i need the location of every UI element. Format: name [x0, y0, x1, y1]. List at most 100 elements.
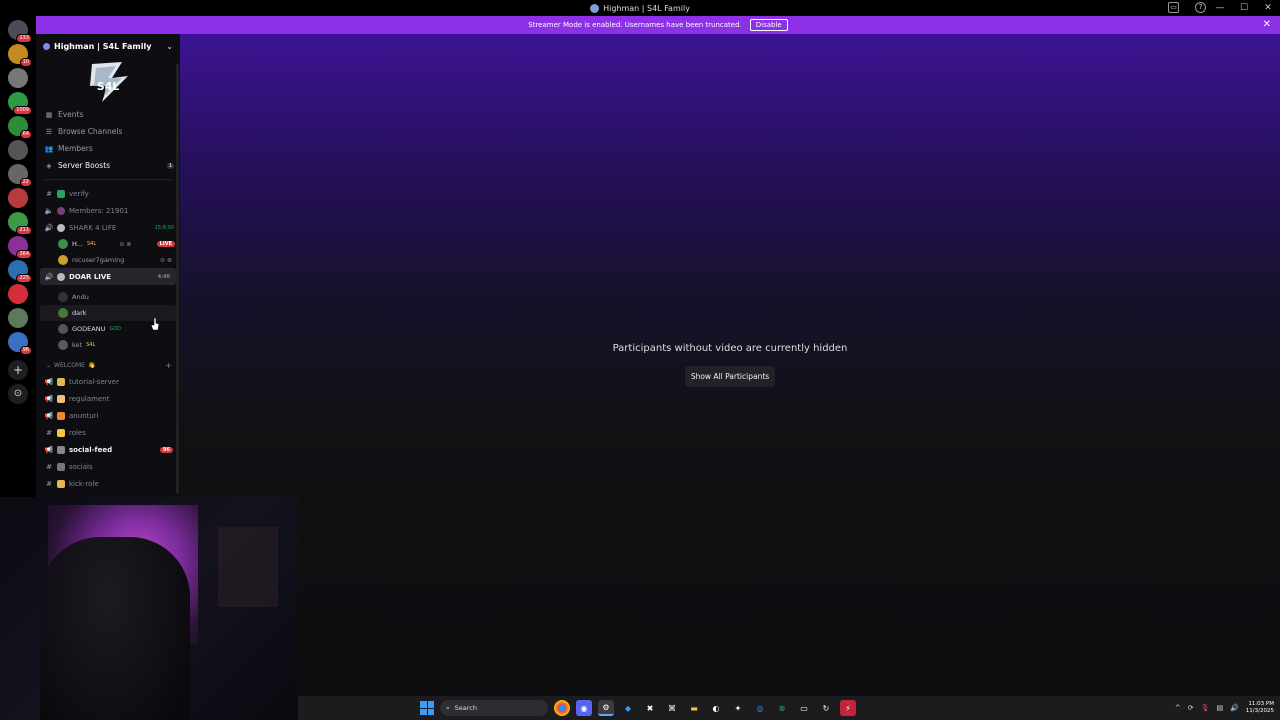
voice-member[interactable]: ket S4L: [36, 337, 180, 353]
browse-icon: ☰: [45, 127, 53, 136]
inbox-icon[interactable]: ▭: [1168, 2, 1179, 13]
show-all-participants-button[interactable]: Show All Participants: [685, 366, 775, 387]
close-banner-icon[interactable]: ✕: [1263, 19, 1271, 30]
app-refresh-icon[interactable]: ↻: [818, 700, 834, 716]
capcut-icon[interactable]: ✖: [642, 700, 658, 716]
live-badge: LIVE: [156, 241, 175, 247]
server-icon[interactable]: 225: [8, 260, 32, 283]
voice-channel-doar-live[interactable]: 🔊 DOAR LIVE 4:40: [40, 268, 176, 285]
xbox-icon[interactable]: ⊗: [774, 700, 790, 716]
nav-events[interactable]: ▦ Events: [36, 106, 180, 123]
channel-kick-role[interactable]: # kick-role: [36, 475, 180, 492]
network-icon[interactable]: ▤: [1216, 704, 1223, 712]
channel-roles[interactable]: # roles: [36, 424, 180, 441]
server-icon[interactable]: [8, 284, 28, 304]
taskbar-search-box[interactable]: ⌕ Search: [440, 700, 548, 716]
shark-emoji-icon: [57, 223, 65, 232]
mention-badge: 364: [16, 250, 32, 259]
channel-anunturi[interactable]: 📢 anunturi: [36, 407, 180, 424]
speaker-icon: 🔈: [44, 206, 54, 215]
server-icon[interactable]: [8, 68, 28, 88]
sync-icon[interactable]: ⟳: [1188, 704, 1194, 712]
app-c-icon[interactable]: ◐: [708, 700, 724, 716]
chevron-down-icon[interactable]: ⌄: [166, 42, 173, 51]
hash-icon: #: [46, 189, 52, 198]
server-icon[interactable]: 211: [8, 212, 32, 235]
category-welcome[interactable]: ⌄ WELCOME 👋 +: [36, 357, 180, 373]
mention-badge: 211: [16, 226, 32, 235]
unread-badge: 96: [160, 446, 173, 453]
add-server-icon[interactable]: +: [8, 360, 28, 380]
channel-emoji-icon: [57, 394, 65, 403]
server-icon[interactable]: 10: [8, 44, 32, 67]
channel-emoji-icon: [57, 377, 65, 386]
discover-icon[interactable]: ⊙: [8, 384, 28, 404]
announcement-icon: #: [46, 428, 52, 437]
vscode-icon[interactable]: ◆: [620, 700, 636, 716]
server-icon[interactable]: 364: [8, 236, 32, 259]
taskbar-clock[interactable]: 11:03 PM 11/3/2025: [1246, 701, 1274, 715]
channel-verify[interactable]: # verify: [36, 185, 180, 202]
server-icon[interactable]: 96: [8, 332, 32, 355]
sidebar-scrollbar[interactable]: [176, 64, 179, 494]
channel-tutorial-server[interactable]: 📢 tutorial-server: [36, 373, 180, 390]
voice-channel-shark4life[interactable]: 🔊 SHARK 4 LIFE 15:8:00: [36, 219, 180, 236]
titlebar-tools: ▭ ?: [1168, 2, 1206, 13]
windows-taskbar: ⌕ Search ◉ ⚙ ◆ ✖ ⌘ ▬ ◐ ✦ ◎ ⊗ ▭ ↻ ⚡ ^ ⟳ 🎙…: [298, 696, 1280, 720]
discord-app-icon[interactable]: ◉: [576, 700, 592, 716]
server-icon[interactable]: [8, 140, 28, 160]
server-icon[interactable]: 64: [8, 116, 32, 139]
channel-emoji-icon: [57, 462, 65, 471]
mention-badge: 225: [16, 274, 32, 283]
steam-icon[interactable]: ⚙: [598, 700, 614, 716]
maximize-icon[interactable]: ☐: [1232, 3, 1256, 13]
nav-browse-channels[interactable]: ☰ Browse Channels: [36, 123, 180, 140]
help-icon[interactable]: ?: [1195, 2, 1206, 13]
channel-socials[interactable]: # socials: [36, 458, 180, 475]
nav-members[interactable]: 👥 Members: [36, 140, 180, 157]
announcement-icon: 📢: [44, 377, 54, 386]
chrome-icon[interactable]: [554, 700, 570, 716]
boost-count: 1: [166, 162, 174, 169]
voice-member[interactable]: H... S4L ⊘ ⊗ LIVE: [36, 236, 180, 252]
app-cmd-icon[interactable]: ▭: [796, 700, 812, 716]
participants-hidden-message: Participants without video are currently…: [612, 343, 848, 354]
volume-icon[interactable]: 🔊: [1230, 704, 1239, 712]
direct-messages-icon[interactable]: 133: [8, 20, 32, 43]
check-emoji-icon: [57, 189, 65, 198]
nav-server-boosts[interactable]: ◈ Server Boosts 1: [36, 157, 180, 174]
server-icon[interactable]: 22: [8, 164, 32, 187]
channel-regulament[interactable]: 📢 regulament: [36, 390, 180, 407]
window-controls: — ☐ ✕: [1208, 0, 1280, 16]
server-icon[interactable]: [8, 188, 28, 208]
announcement-icon: 📢: [44, 445, 54, 454]
add-channel-icon[interactable]: +: [165, 361, 172, 370]
mention-badge: 64: [19, 130, 32, 139]
streamer-mode-banner: Streamer Mode is enabled. Usernames have…: [36, 16, 1280, 34]
system-tray: ^ ⟳ 🎙 ▤ 🔊 11:03 PM 11/3/2025: [1175, 696, 1274, 720]
voice-member[interactable]: Andu: [36, 289, 180, 305]
chevron-up-icon[interactable]: ^: [1175, 704, 1181, 712]
channel-members-count[interactable]: 🔈 Members: 21901: [36, 202, 180, 219]
minimize-icon[interactable]: —: [1208, 3, 1232, 13]
windows-start-icon[interactable]: [420, 701, 434, 715]
shark-emoji-icon: [57, 272, 65, 281]
bluestacks-icon[interactable]: ◎: [752, 700, 768, 716]
disable-streamer-mode-button[interactable]: Disable: [749, 19, 788, 31]
file-explorer-icon[interactable]: ▬: [686, 700, 702, 716]
streaming-app-icon[interactable]: ⚡: [840, 700, 856, 716]
channel-emoji-icon: [57, 445, 65, 454]
server-icon[interactable]: 1009: [8, 92, 32, 115]
tool-icon[interactable]: ⌘: [664, 700, 680, 716]
microphone-icon[interactable]: 🎙: [1201, 704, 1210, 712]
server-logo-icon: [590, 3, 600, 13]
chevron-down-icon: ⌄: [46, 361, 52, 369]
channel-social-feed[interactable]: 📢 social-feed 96: [36, 441, 180, 458]
wave-emoji-icon: 👋: [87, 361, 96, 369]
server-header[interactable]: Highman | S4L Family ⌄: [36, 34, 180, 58]
server-icon[interactable]: [8, 308, 28, 328]
voice-member[interactable]: nicuser7gaming ⊘ ⊗: [36, 252, 180, 268]
close-window-icon[interactable]: ✕: [1256, 3, 1280, 13]
avatar: [58, 292, 68, 302]
epic-games-icon[interactable]: ✦: [730, 700, 746, 716]
